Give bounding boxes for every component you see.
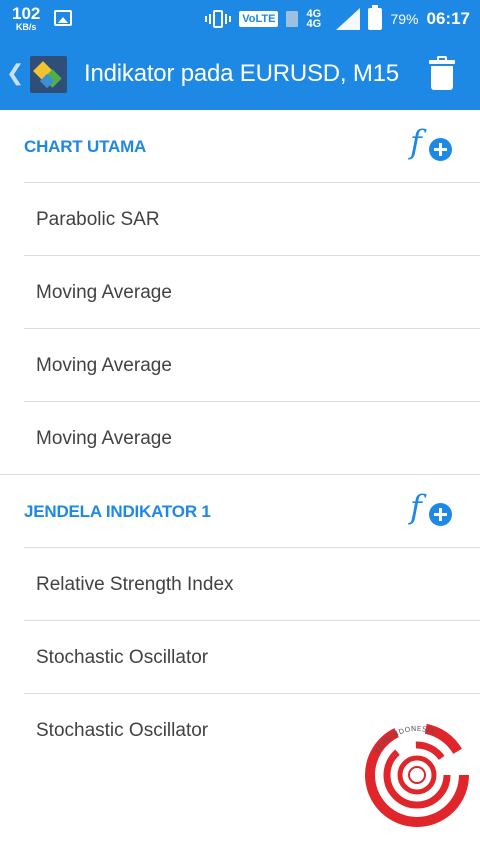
indicator-label: Stochastic Oscillator: [36, 720, 209, 741]
volte-badge: VoLTE: [239, 11, 279, 27]
section-title: CHART UTAMA: [24, 137, 147, 156]
clock: 06:17: [426, 9, 470, 28]
app-bar: ❮ Indikator pada EURUSD, M15: [0, 38, 480, 110]
function-add-icon[interactable]: f: [410, 126, 454, 164]
page-title: Indikator pada EURUSD, M15: [84, 60, 399, 87]
svg-text:KEPOINDONESIA: KEPOINDONESIA: [373, 725, 436, 755]
watermark-logo: KEPOINDONESIA: [365, 723, 469, 827]
network-type-secondary: 4G: [306, 18, 322, 30]
section-title: JENDELA INDIKATOR 1: [24, 502, 211, 521]
list-item[interactable]: Relative Strength Index: [0, 548, 480, 621]
metatrader-logo-icon[interactable]: [30, 56, 67, 93]
list-item[interactable]: Moving Average: [0, 256, 480, 329]
indicator-label: Moving Average: [36, 355, 172, 376]
signal-icon: [336, 8, 361, 30]
indicator-label: Relative Strength Index: [36, 574, 234, 595]
network-speed-value: 102: [12, 4, 41, 23]
network-type: 4G 4G: [306, 9, 328, 30]
status-bar: 102 KB/s VoLTE 4G 4G 79% 06:17: [0, 0, 480, 38]
indicator-label: Moving Average: [36, 282, 172, 303]
indicator-label: Parabolic SAR: [36, 209, 160, 230]
section-header-chart-utama: CHART UTAMA f: [0, 110, 480, 183]
network-speed: 102 KB/s: [12, 5, 40, 32]
network-speed-unit: KB/s: [15, 22, 37, 32]
battery-icon: [368, 5, 383, 30]
list-item[interactable]: Moving Average: [0, 402, 480, 475]
image-notification-icon: [54, 10, 72, 26]
trash-icon[interactable]: [428, 56, 456, 90]
function-add-icon[interactable]: f: [410, 491, 454, 529]
chevron-left-icon[interactable]: ❮: [6, 60, 24, 86]
sim-card-icon: [286, 11, 299, 27]
list-item[interactable]: Moving Average: [0, 329, 480, 402]
status-icons: VoLTE 4G 4G 79% 06:17: [205, 5, 470, 32]
list-item[interactable]: Parabolic SAR: [0, 183, 480, 256]
indicator-label: Moving Average: [36, 428, 172, 449]
battery-percent: 79%: [390, 11, 419, 27]
section-header-jendela-indikator: JENDELA INDIKATOR 1 f: [0, 475, 480, 548]
watermark-text: KEPOINDONESIA: [373, 725, 435, 755]
indicator-label: Stochastic Oscillator: [36, 647, 209, 668]
list-item[interactable]: Stochastic Oscillator: [0, 621, 480, 694]
vibrate-icon: [205, 9, 232, 29]
